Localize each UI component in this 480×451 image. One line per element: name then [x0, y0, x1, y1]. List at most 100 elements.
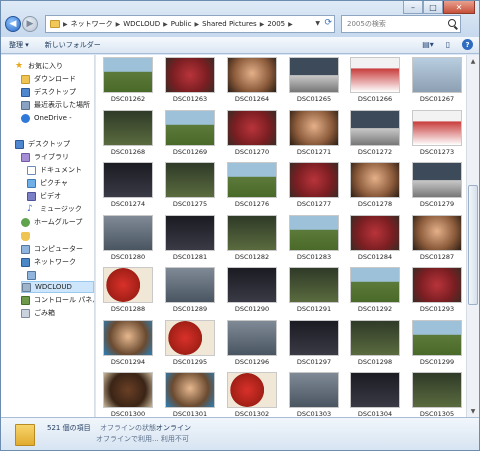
- photo-thumbnail-image[interactable]: [289, 57, 339, 93]
- chevron-right-icon[interactable]: ▶: [63, 21, 68, 28]
- file-thumbnail[interactable]: DSC01298: [350, 320, 400, 367]
- photo-thumbnail-image[interactable]: [289, 162, 339, 198]
- photo-thumbnail-image[interactable]: [350, 110, 400, 146]
- file-thumbnail[interactable]: DSC01293: [412, 267, 462, 314]
- file-name[interactable]: DSC01272: [344, 148, 406, 156]
- file-thumbnail[interactable]: DSC01303: [289, 372, 339, 417]
- file-thumbnail[interactable]: DSC01290: [227, 267, 277, 314]
- file-thumbnail[interactable]: DSC01262: [103, 57, 153, 104]
- photo-thumbnail-image[interactable]: [412, 110, 462, 146]
- photo-thumbnail-image[interactable]: [103, 215, 153, 251]
- file-name[interactable]: DSC01291: [283, 305, 345, 313]
- nav-libraries[interactable]: ライブラリ: [21, 151, 69, 163]
- file-name[interactable]: DSC01299: [406, 358, 466, 366]
- photo-thumbnail-image[interactable]: [412, 267, 462, 303]
- photo-thumbnail-image[interactable]: [103, 320, 153, 356]
- file-name[interactable]: DSC01289: [159, 305, 221, 313]
- file-name[interactable]: DSC01276: [221, 200, 283, 208]
- photo-thumbnail-image[interactable]: [227, 267, 277, 303]
- photo-thumbnail-image[interactable]: [165, 372, 215, 408]
- back-button[interactable]: ◀: [5, 16, 21, 32]
- file-thumbnail[interactable]: DSC01267: [412, 57, 462, 104]
- file-name[interactable]: DSC01262: [97, 95, 159, 103]
- file-name[interactable]: DSC01264: [221, 95, 283, 103]
- breadcrumb-public[interactable]: Public: [171, 20, 192, 28]
- photo-thumbnail-image[interactable]: [227, 57, 277, 93]
- breadcrumb-2005[interactable]: 2005: [267, 20, 285, 28]
- file-name[interactable]: DSC01290: [221, 305, 283, 313]
- file-name[interactable]: DSC01295: [159, 358, 221, 366]
- file-name[interactable]: DSC01275: [159, 200, 221, 208]
- file-thumbnail[interactable]: DSC01291: [289, 267, 339, 314]
- file-thumbnail[interactable]: DSC01283: [289, 215, 339, 262]
- file-name[interactable]: DSC01277: [283, 200, 345, 208]
- new-folder-button[interactable]: 新しいフォルダー: [37, 37, 109, 54]
- photo-thumbnail-image[interactable]: [165, 320, 215, 356]
- scroll-up-icon[interactable]: ▲: [467, 55, 479, 67]
- file-name[interactable]: DSC01304: [344, 410, 406, 417]
- chevron-right-icon[interactable]: ▶: [163, 21, 168, 28]
- file-name[interactable]: DSC01302: [221, 410, 283, 417]
- photo-thumbnail-image[interactable]: [350, 57, 400, 93]
- photo-thumbnail-image[interactable]: [165, 57, 215, 93]
- search-input[interactable]: 2005の検索: [341, 15, 461, 33]
- photo-thumbnail-image[interactable]: [103, 267, 153, 303]
- photo-thumbnail-image[interactable]: [227, 110, 277, 146]
- chevron-down-icon[interactable]: ▼: [315, 20, 320, 27]
- address-bar[interactable]: ▶ ネットワーク ▶ WDCLOUD ▶ Public ▶ Shared Pic…: [45, 15, 335, 33]
- file-thumbnail[interactable]: DSC01299: [412, 320, 462, 367]
- file-thumbnail[interactable]: DSC01305: [412, 372, 462, 417]
- scroll-thumb[interactable]: [468, 185, 478, 305]
- photo-thumbnail-image[interactable]: [289, 320, 339, 356]
- nav-network[interactable]: ネットワーク: [21, 256, 76, 268]
- nav-pictures[interactable]: ピクチャ: [27, 177, 68, 189]
- photo-thumbnail-image[interactable]: [412, 372, 462, 408]
- file-thumbnail[interactable]: DSC01270: [227, 110, 277, 157]
- chevron-right-icon[interactable]: ▶: [194, 21, 199, 28]
- file-thumbnail[interactable]: DSC01274: [103, 162, 153, 209]
- file-thumbnail[interactable]: DSC01279: [412, 162, 462, 209]
- photo-thumbnail-image[interactable]: [289, 372, 339, 408]
- photo-thumbnail-image[interactable]: [289, 267, 339, 303]
- photo-thumbnail-image[interactable]: [103, 162, 153, 198]
- nav-favorites[interactable]: ★ お気に入り: [15, 60, 63, 72]
- file-name[interactable]: DSC01274: [97, 200, 159, 208]
- photo-thumbnail-image[interactable]: [412, 162, 462, 198]
- file-name[interactable]: DSC01294: [97, 358, 159, 366]
- nav-homegroup[interactable]: ホームグループ: [21, 216, 82, 228]
- file-name[interactable]: DSC01300: [97, 410, 159, 417]
- photo-thumbnail-image[interactable]: [350, 215, 400, 251]
- photo-thumbnail-image[interactable]: [103, 110, 153, 146]
- maximize-button[interactable]: □: [423, 1, 443, 14]
- nav-network-pc[interactable]: [27, 269, 36, 281]
- chevron-right-icon[interactable]: ▶: [288, 21, 293, 28]
- file-thumbnail[interactable]: DSC01271: [289, 110, 339, 157]
- file-thumbnail[interactable]: DSC01297: [289, 320, 339, 367]
- photo-thumbnail-image[interactable]: [165, 267, 215, 303]
- nav-user-folder[interactable]: [21, 230, 30, 242]
- photo-thumbnail-image[interactable]: [165, 162, 215, 198]
- photo-thumbnail-image[interactable]: [412, 320, 462, 356]
- photo-thumbnail-image[interactable]: [227, 162, 277, 198]
- chevron-right-icon[interactable]: ▶: [116, 21, 121, 28]
- file-name[interactable]: DSC01263: [159, 95, 221, 103]
- file-name[interactable]: DSC01281: [159, 253, 221, 261]
- file-name[interactable]: DSC01305: [406, 410, 466, 417]
- file-thumbnail[interactable]: DSC01289: [165, 267, 215, 314]
- photo-thumbnail-image[interactable]: [227, 372, 277, 408]
- file-name[interactable]: DSC01278: [344, 200, 406, 208]
- file-thumbnail[interactable]: DSC01263: [165, 57, 215, 104]
- file-name[interactable]: DSC01297: [283, 358, 345, 366]
- file-thumbnail[interactable]: DSC01284: [350, 215, 400, 262]
- photo-thumbnail-image[interactable]: [165, 110, 215, 146]
- photo-thumbnail-image[interactable]: [289, 215, 339, 251]
- file-name[interactable]: DSC01266: [344, 95, 406, 103]
- breadcrumb-shared-pictures[interactable]: Shared Pictures: [202, 20, 257, 28]
- photo-thumbnail-image[interactable]: [350, 372, 400, 408]
- file-thumbnail[interactable]: DSC01281: [165, 215, 215, 262]
- forward-button[interactable]: ▶: [22, 16, 38, 32]
- nav-recent[interactable]: 最近表示した場所: [21, 99, 90, 111]
- file-thumbnail[interactable]: DSC01275: [165, 162, 215, 209]
- file-thumbnail[interactable]: DSC01280: [103, 215, 153, 262]
- file-name[interactable]: DSC01296: [221, 358, 283, 366]
